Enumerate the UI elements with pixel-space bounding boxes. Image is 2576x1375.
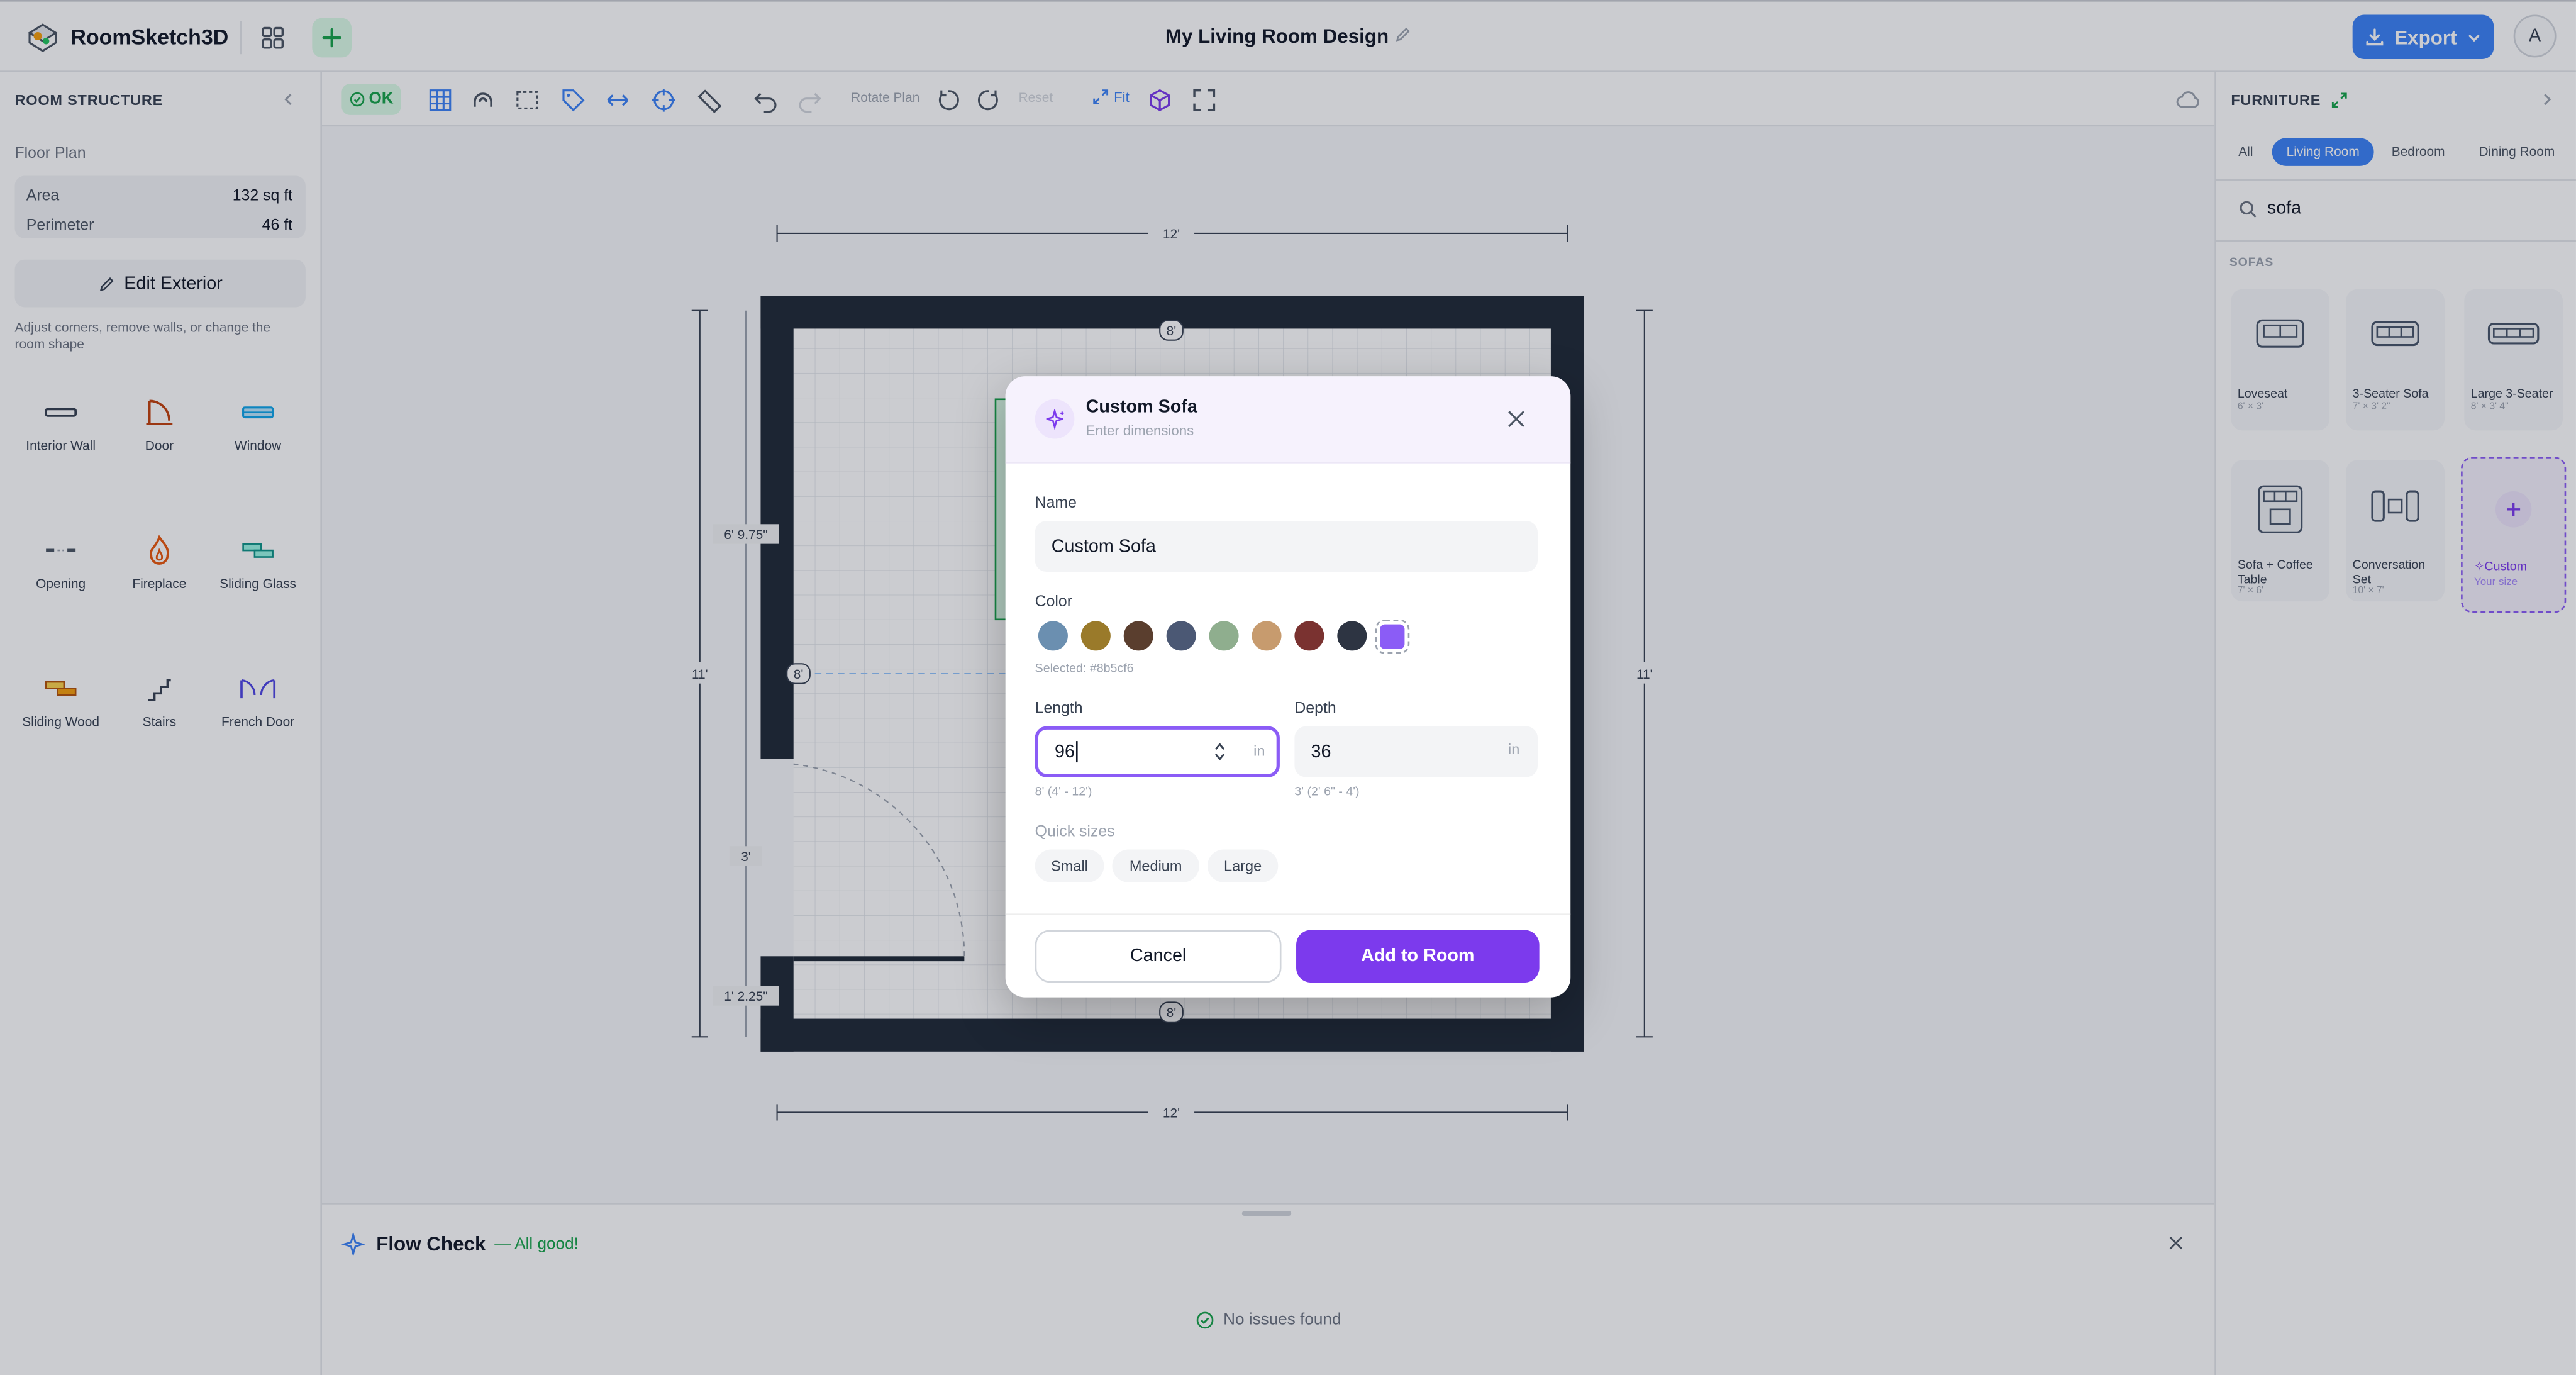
- sparkle-badge: [1035, 399, 1075, 439]
- length-unit: in: [1253, 742, 1265, 759]
- name-label: Name: [1035, 494, 1077, 513]
- name-value: Custom Sofa: [1051, 536, 1156, 557]
- color-swatch[interactable]: [1209, 621, 1239, 651]
- color-swatch[interactable]: [1166, 621, 1196, 651]
- text-cursor: [1076, 741, 1079, 763]
- dialog-header: Custom Sofa Enter dimensions: [1005, 376, 1571, 464]
- quick-size-medium[interactable]: Medium: [1112, 849, 1199, 882]
- color-swatch-selected[interactable]: [1375, 618, 1410, 654]
- color-swatches: [1038, 618, 1410, 654]
- length-label: Length: [1035, 699, 1083, 718]
- color-swatch[interactable]: [1337, 621, 1367, 651]
- length-input[interactable]: 96 in: [1035, 726, 1280, 777]
- cancel-button[interactable]: Cancel: [1035, 930, 1282, 983]
- depth-input[interactable]: 36 in: [1294, 726, 1538, 777]
- depth-unit: in: [1507, 741, 1520, 758]
- color-swatch[interactable]: [1123, 621, 1153, 651]
- name-field[interactable]: Custom Sofa: [1035, 521, 1538, 572]
- depth-label: Depth: [1294, 699, 1336, 718]
- depth-value: 36: [1311, 742, 1331, 762]
- color-swatch[interactable]: [1080, 621, 1111, 651]
- stepper-icon[interactable]: [1213, 741, 1228, 762]
- color-swatch[interactable]: [1038, 621, 1068, 651]
- dialog-title: Custom Sofa: [1085, 398, 1197, 418]
- depth-hint: 3' (2' 6" - 4'): [1294, 784, 1360, 799]
- color-swatch[interactable]: [1252, 621, 1282, 651]
- length-hint: 8' (4' - 12'): [1035, 784, 1092, 799]
- selected-color-text: Selected: #8b5cf6: [1035, 660, 1134, 676]
- color-swatch[interactable]: [1294, 621, 1324, 651]
- quick-size-large[interactable]: Large: [1207, 849, 1279, 882]
- custom-sofa-dialog: Custom Sofa Enter dimensions Name Custom…: [1005, 376, 1571, 998]
- sparkle-icon: [1045, 408, 1063, 430]
- quick-size-small[interactable]: Small: [1035, 849, 1104, 882]
- color-label: Color: [1035, 593, 1072, 611]
- dialog-subtitle: Enter dimensions: [1085, 422, 1194, 439]
- quick-sizes-label: Quick sizes: [1035, 823, 1115, 842]
- length-value: 96: [1055, 742, 1075, 762]
- close-icon[interactable]: [1506, 409, 1526, 428]
- divider: [1005, 913, 1571, 915]
- add-to-room-button[interactable]: Add to Room: [1296, 930, 1540, 983]
